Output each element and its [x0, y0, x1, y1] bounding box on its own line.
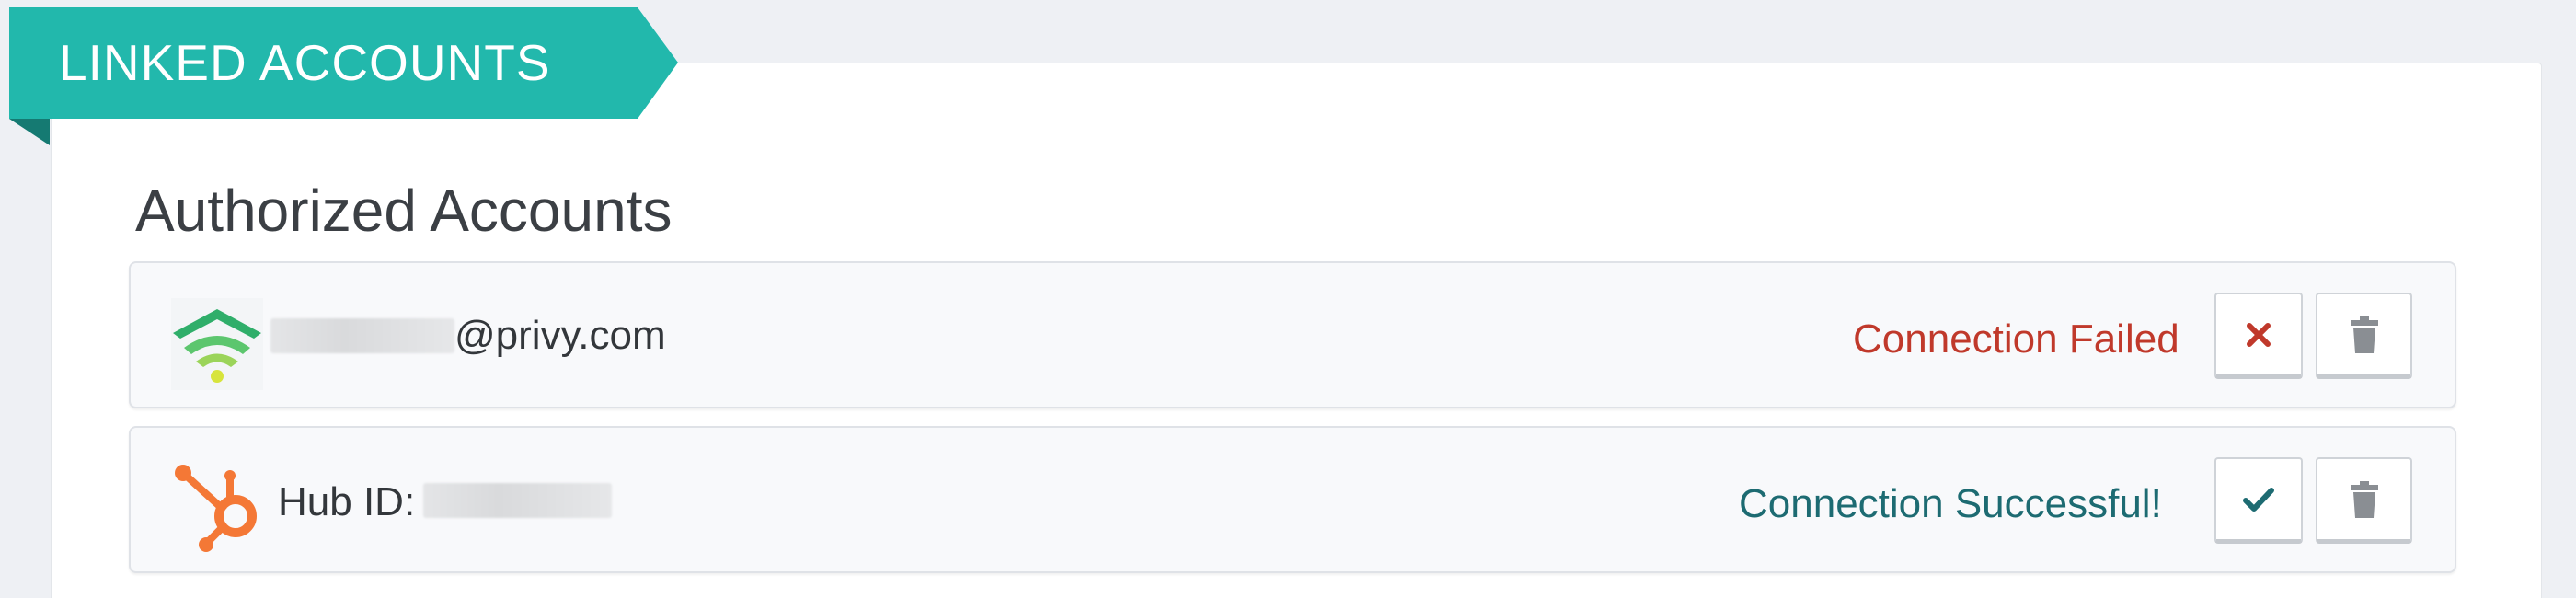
connection-ok-button[interactable]: [2214, 457, 2303, 544]
page-title: Authorized Accounts: [135, 178, 673, 244]
privy-wifi-logo-icon: [171, 298, 263, 390]
account-email-suffix: @privy.com: [454, 313, 666, 358]
connection-status: Connection Failed: [1853, 316, 2179, 362]
connection-status: Connection Successful!: [1739, 481, 2162, 526]
hubspot-sprocket-logo-icon: [171, 463, 263, 555]
section-ribbon: LINKED ACCOUNTS: [9, 7, 678, 145]
x-icon: [2247, 322, 2271, 347]
linked-accounts-panel: LINKED ACCOUNTS Authorized Accounts @pri…: [0, 0, 2576, 598]
delete-account-button[interactable]: [2316, 457, 2412, 544]
trash-icon: [2350, 480, 2378, 518]
reconnect-button[interactable]: [2214, 293, 2303, 379]
hub-id-label: Hub ID:: [278, 479, 416, 524]
redacted-hub-id: [423, 483, 612, 518]
redacted-email-user: [270, 318, 454, 353]
checkmark-icon: [2243, 487, 2274, 512]
delete-account-button[interactable]: [2316, 293, 2412, 379]
account-row-hubspot: Hub ID: Connection Successful!: [129, 426, 2456, 573]
account-row-privy: @privy.com Connection Failed: [129, 261, 2456, 408]
ribbon-title: LINKED ACCOUNTS: [59, 34, 551, 91]
trash-icon: [2350, 316, 2378, 353]
